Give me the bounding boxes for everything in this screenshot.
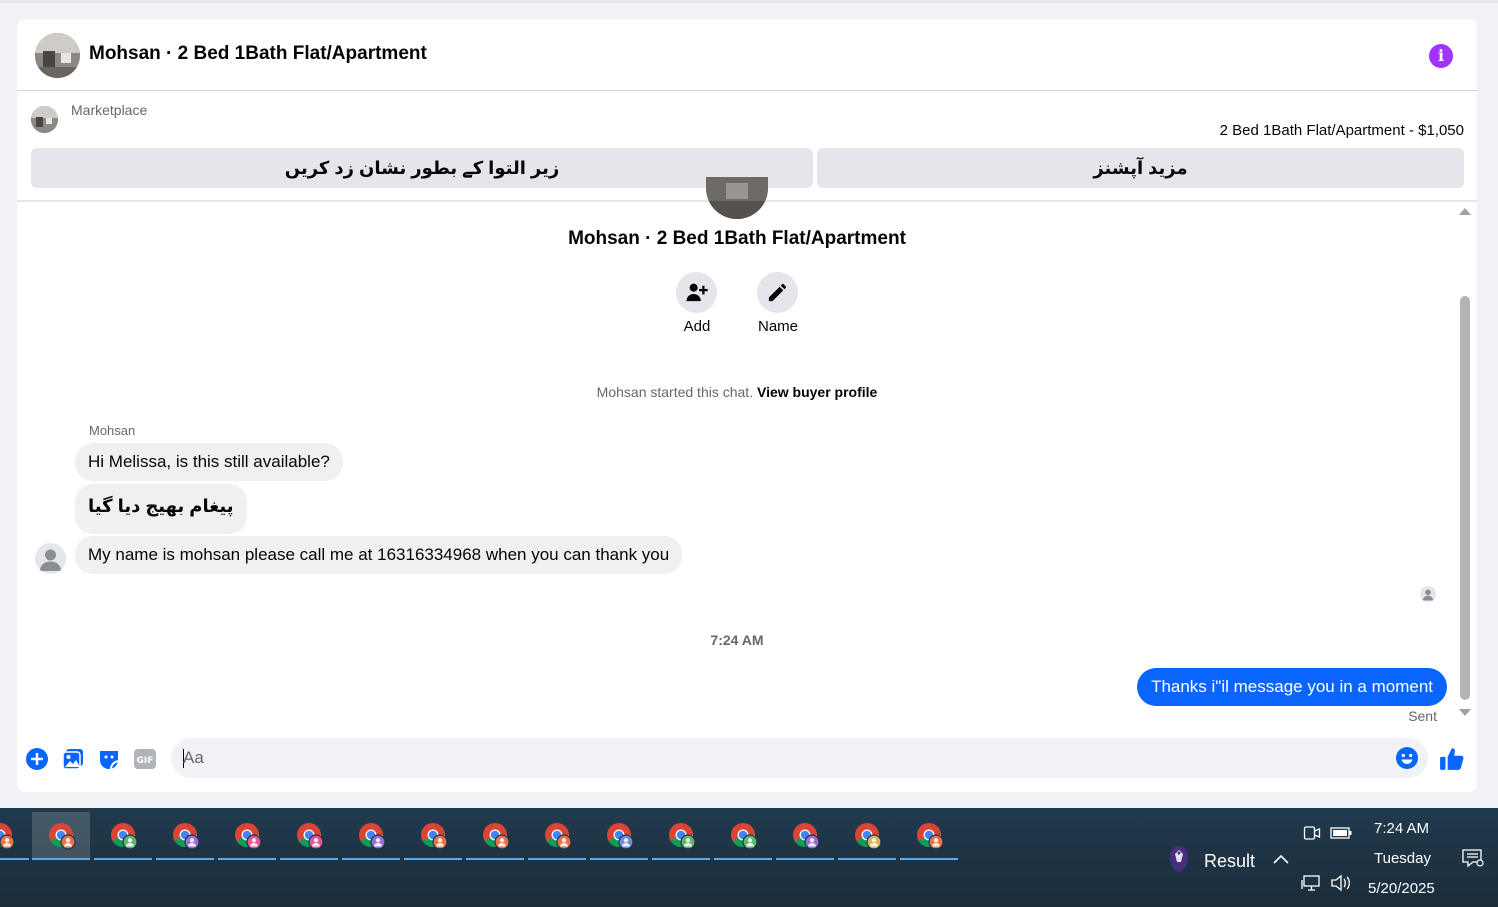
chrome-taskbar-icon[interactable] — [156, 812, 214, 860]
emoji-icon[interactable] — [1395, 746, 1419, 775]
more-options-button[interactable]: مزید آپشنز — [817, 148, 1464, 188]
chrome-taskbar-icon[interactable] — [280, 812, 338, 860]
mark-pending-button[interactable]: زیر التوا کے بطور نشان زد کریں — [31, 148, 813, 188]
chrome-taskbar-icon[interactable] — [404, 812, 462, 860]
message-timestamp: 7:24 AM — [710, 632, 764, 648]
add-person-icon — [686, 283, 708, 302]
chrome-taskbar-icon[interactable] — [838, 812, 896, 860]
gif-icon[interactable]: GIF — [133, 747, 157, 771]
incoming-message[interactable]: پیغام بھیج دیا گیا — [75, 484, 247, 534]
svg-text:GIF: GIF — [137, 756, 154, 766]
profile-photo — [706, 177, 768, 219]
clock-time[interactable]: 7:24 AM — [1374, 820, 1429, 837]
chat-title: Mohsan · 2 Bed 1Bath Flat/Apartment — [89, 43, 427, 64]
view-buyer-profile-link[interactable]: View buyer profile — [757, 384, 877, 400]
clock-day[interactable]: Tuesday — [1374, 850, 1431, 867]
sender-avatar[interactable] — [35, 543, 66, 574]
plus-icon[interactable] — [25, 747, 49, 771]
scrollbar-thumb[interactable] — [1460, 296, 1470, 700]
message-field[interactable] — [183, 738, 1383, 778]
listing-summary[interactable]: 2 Bed 1Bath Flat/Apartment - $1,050 — [1220, 122, 1464, 139]
result-label[interactable]: Result — [1204, 851, 1255, 872]
chrome-taskbar-icon[interactable] — [900, 812, 958, 860]
chrome-taskbar-icon[interactable] — [0, 812, 29, 860]
marketplace-avatar — [31, 106, 58, 133]
scroll-up-arrow[interactable] — [1459, 208, 1471, 215]
chevron-up-icon[interactable] — [1272, 852, 1290, 870]
chrome-taskbar-icon[interactable] — [218, 812, 276, 860]
outgoing-message[interactable]: Thanks i"il message you in a moment — [1137, 668, 1447, 706]
chrome-taskbar-icon[interactable] — [342, 812, 400, 860]
clock-date[interactable]: 5/20/2025 — [1368, 880, 1435, 897]
incoming-message[interactable]: Hi Melissa, is this still available? — [75, 443, 343, 481]
battery-icon[interactable] — [1330, 826, 1352, 845]
pencil-icon — [768, 283, 787, 302]
notifications-icon[interactable] — [1462, 848, 1484, 873]
name-button[interactable] — [757, 272, 798, 313]
listing-avatar[interactable] — [35, 33, 80, 78]
photo-icon[interactable] — [61, 747, 85, 771]
sent-status: Sent — [1408, 708, 1437, 724]
chrome-taskbar-icon[interactable] — [528, 812, 586, 860]
chrome-taskbar-icon[interactable] — [32, 812, 90, 860]
thumbs-up-icon[interactable] — [1439, 746, 1464, 770]
chrome-taskbar-icon[interactable] — [776, 812, 834, 860]
message-input[interactable] — [171, 738, 1428, 778]
chrome-taskbar-icon[interactable] — [94, 812, 152, 860]
chrome-taskbar-icon[interactable] — [466, 812, 524, 860]
marketplace-label: Marketplace — [71, 102, 148, 118]
chrome-taskbar-icon[interactable] — [714, 812, 772, 860]
top-border — [0, 0, 1498, 3]
seen-indicator-avatar — [1420, 586, 1436, 602]
incoming-message[interactable]: My name is mohsan please call me at 1631… — [75, 536, 683, 574]
volume-icon[interactable] — [1330, 874, 1352, 897]
result-app-icon[interactable] — [1166, 844, 1192, 879]
chat-window: Mohsan · 2 Bed 1Bath Flat/Apartment i Ma… — [17, 19, 1477, 792]
started-text: Mohsan started this chat. — [596, 384, 754, 400]
thread-title: Mohsan · 2 Bed 1Bath Flat/Apartment — [568, 228, 906, 249]
chrome-taskbar-icon[interactable] — [590, 812, 648, 860]
add-label: Add — [683, 318, 711, 335]
add-button[interactable] — [676, 272, 717, 313]
camera-icon[interactable] — [1303, 824, 1321, 847]
info-icon[interactable]: i — [1429, 44, 1453, 68]
scroll-down-arrow[interactable] — [1459, 709, 1471, 716]
network-icon[interactable] — [1301, 874, 1321, 897]
chat-header: Mohsan · 2 Bed 1Bath Flat/Apartment i — [17, 19, 1477, 91]
name-label: Name — [757, 318, 798, 335]
chat-started-notice: Mohsan started this chat. View buyer pro… — [17, 384, 1457, 400]
chrome-taskbar-icon[interactable] — [652, 812, 710, 860]
windows-taskbar: Result 7:24 AM Tuesday 5/20/2025 — [0, 808, 1498, 907]
sticker-icon[interactable] — [97, 747, 121, 771]
sender-name: Mohsan — [89, 423, 136, 438]
